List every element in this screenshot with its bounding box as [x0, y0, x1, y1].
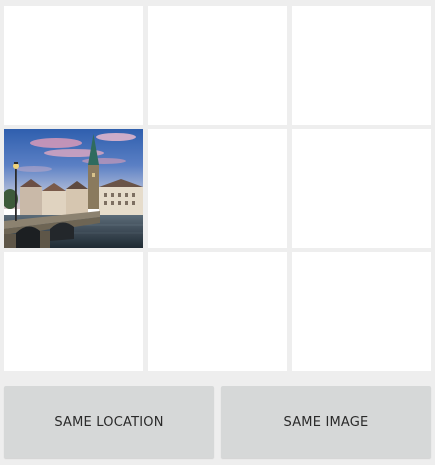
grid-cell-4[interactable] — [4, 129, 143, 248]
city-bridge-church-photo — [4, 129, 143, 248]
same-location-label: SAME LOCATION — [54, 414, 164, 430]
same-image-button[interactable]: SAME IMAGE — [221, 386, 431, 458]
grid-cell-8[interactable] — [148, 252, 287, 371]
grid-cell-5[interactable] — [148, 129, 287, 248]
same-location-button[interactable]: SAME LOCATION — [4, 386, 214, 458]
grid-cell-6[interactable] — [292, 129, 431, 248]
grid-cell-1[interactable] — [4, 6, 143, 125]
grid-cell-7[interactable] — [4, 252, 143, 371]
puzzle-screen: SAME LOCATION SAME IMAGE — [0, 0, 435, 465]
grid-cell-9[interactable] — [292, 252, 431, 371]
same-image-label: SAME IMAGE — [283, 414, 369, 430]
grid-cell-2[interactable] — [148, 6, 287, 125]
grid-cell-3[interactable] — [292, 6, 431, 125]
